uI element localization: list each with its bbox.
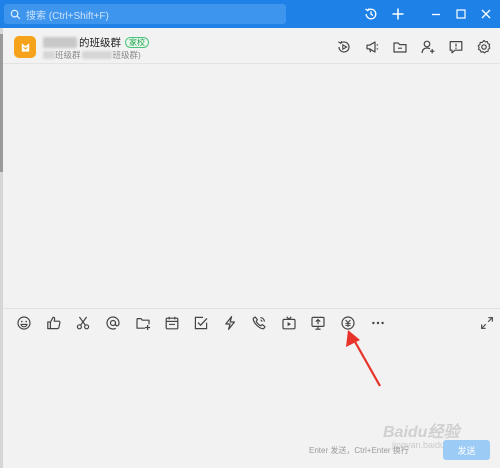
folder-icon[interactable] (392, 39, 408, 55)
settings-icon[interactable] (476, 39, 492, 55)
live-icon[interactable] (281, 315, 297, 331)
emoji-icon[interactable] (16, 315, 32, 331)
thumbs-up-icon[interactable] (46, 315, 62, 331)
folder-plus-icon[interactable] (135, 315, 151, 331)
redacted-subtitle-b (81, 51, 112, 59)
group-name-text: 的班级群 (79, 37, 121, 49)
maximize-icon[interactable] (452, 5, 470, 23)
red-packet-icon[interactable] (340, 315, 356, 331)
subtitle-part-2: 班级群) (112, 50, 141, 60)
group-name[interactable]: 的班级群 家校 (43, 35, 149, 50)
close-icon[interactable] (477, 5, 495, 23)
lightning-icon[interactable] (222, 315, 238, 331)
expand-icon[interactable] (479, 315, 495, 331)
send-button[interactable]: 发送 (443, 440, 490, 460)
search-icon (10, 9, 21, 19)
minimize-icon[interactable] (427, 5, 445, 23)
add-member-icon[interactable] (420, 39, 436, 55)
plus-icon[interactable] (389, 5, 407, 23)
phone-icon[interactable] (251, 315, 267, 331)
search-box[interactable]: 搜索 (Ctrl+Shift+F) (4, 4, 286, 24)
title-bar: 搜索 (Ctrl+Shift+F) (0, 0, 500, 28)
screen-share-icon[interactable] (310, 315, 326, 331)
video-call-icon[interactable] (336, 39, 352, 55)
subtitle-part-1: 班级群 (55, 50, 81, 60)
more-icon[interactable] (370, 315, 386, 331)
scissors-icon[interactable] (75, 315, 91, 331)
message-area (3, 64, 500, 308)
baidu-watermark: Baidu经验 (383, 424, 460, 441)
send-hint: Enter 发送，Ctrl+Enter 换行 (309, 446, 409, 455)
checkbox-icon[interactable] (193, 315, 209, 331)
chat-header: 的班级群 家校 班级群 班级群) (3, 28, 500, 64)
history-icon[interactable] (362, 5, 380, 23)
home-school-badge: 家校 (125, 37, 149, 48)
calendar-icon[interactable] (164, 315, 180, 331)
at-mention-icon[interactable] (105, 315, 121, 331)
group-avatar[interactable] (14, 36, 36, 58)
redacted-name (43, 37, 77, 48)
feedback-icon[interactable] (448, 39, 464, 55)
redacted-subtitle-a (43, 51, 55, 59)
group-subtitle: 班级群 班级群) (43, 49, 141, 61)
announcement-icon[interactable] (364, 39, 380, 55)
search-placeholder: 搜索 (Ctrl+Shift+F) (26, 10, 109, 22)
input-divider (3, 308, 500, 309)
